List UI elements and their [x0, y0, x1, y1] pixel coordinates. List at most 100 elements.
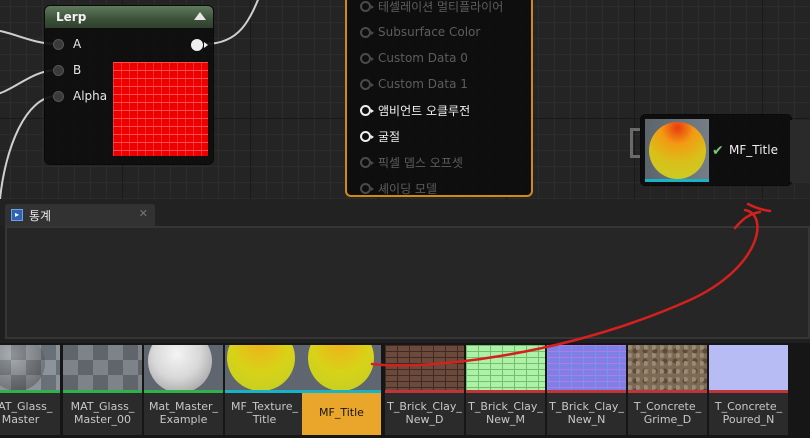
input-pin-icon[interactable] [360, 0, 374, 12]
asset-tile[interactable]: T_Brick_Clay_ New_D [385, 345, 464, 435]
asset-thumbnail [302, 345, 381, 393]
lerp-pin-alpha[interactable]: Alpha [53, 88, 107, 104]
asset-thumbnail [0, 345, 60, 393]
asset-thumbnail [144, 345, 223, 393]
material-pin-label: Custom Data 0 [378, 51, 468, 65]
content-browser-strip: MAT_Glass_ Master MAT_Glass_ Master_00 M… [0, 343, 810, 438]
input-pin-icon[interactable] [360, 26, 374, 38]
material-pin-refraction[interactable]: 굴절 [360, 127, 400, 145]
asset-type-bar [628, 390, 707, 393]
asset-thumbnail [385, 345, 464, 393]
asset-thumbnail [63, 345, 142, 393]
input-pin-icon[interactable] [360, 78, 374, 90]
material-pin-label: 픽셀 뎁스 오프셋 [378, 155, 463, 170]
asset-type-bar [547, 390, 626, 393]
input-pin-icon[interactable] [360, 156, 374, 168]
asset-type-bar [385, 390, 464, 393]
asset-label: T_Concrete_ Grime_D [633, 400, 702, 426]
asset-tile[interactable]: MF_Texture_ Title [225, 345, 304, 435]
asset-type-bar [302, 390, 381, 393]
input-pin-icon[interactable] [360, 182, 374, 194]
asset-tile-selected[interactable]: MF_Title [302, 345, 381, 435]
material-pin-label: 앰비언트 오클루전 [378, 103, 471, 118]
material-pin-label: 테셀레이션 멀티플라이어 [378, 0, 504, 14]
input-pin-icon[interactable] [360, 52, 374, 64]
asset-type-bar [0, 390, 60, 393]
collapse-triangle-icon[interactable] [194, 12, 206, 20]
asset-thumbnail [709, 345, 788, 393]
material-pin-subsurface-color[interactable]: Subsurface Color [360, 23, 480, 41]
asset-thumbnail [547, 345, 626, 393]
tab-stats[interactable]: ▸ 통계 ✕ [5, 204, 155, 226]
material-pin-label: 셰이딩 모델 [378, 181, 438, 196]
checkmark-icon: ✔ [712, 143, 724, 159]
preview-sphere [148, 345, 212, 393]
lerp-node[interactable]: Lerp A B Alpha [45, 6, 213, 164]
material-pin-custom-data-1[interactable]: Custom Data 1 [360, 75, 468, 93]
asset-thumbnail [628, 345, 707, 393]
asset-label: T_Brick_Clay_ New_D [387, 400, 462, 426]
output-pin-icon[interactable] [191, 39, 203, 51]
mf-title-preview-thumbnail [645, 119, 709, 182]
asset-tile[interactable]: T_Brick_Clay_ New_N [547, 345, 626, 435]
lerp-pin-b-label: B [73, 63, 82, 77]
close-icon[interactable]: ✕ [139, 207, 148, 220]
asset-label: T_Brick_Clay_ New_M [468, 400, 543, 426]
asset-label: MF_Texture_ Title [230, 400, 299, 426]
material-graph[interactable]: Lerp A B Alpha 테셀레이션 멀티플라이어 Subsurface C… [0, 0, 810, 199]
tab-stats-label: 통계 [29, 208, 52, 223]
material-pin-shading-model[interactable]: 셰이딩 모델 [360, 179, 437, 197]
material-pin-label: 굴절 [378, 129, 401, 144]
asset-thumbnail [225, 345, 304, 393]
input-pin-icon[interactable] [360, 130, 374, 142]
stats-tab-bar: ▸ 통계 ✕ [0, 199, 810, 226]
input-pin-icon[interactable] [360, 104, 374, 116]
asset-tile[interactable]: T_Concrete_ Poured_N [709, 345, 788, 435]
asset-label: T_Concrete_ Poured_N [714, 400, 783, 426]
asset-type-bar [63, 390, 142, 393]
material-pin-ambient-occlusion[interactable]: 앰비언트 오클루전 [360, 101, 470, 119]
asset-tile[interactable]: T_Concrete_ Grime_D [628, 345, 707, 435]
asset-type-bar [225, 390, 304, 393]
asset-label: MAT_Glass_ Master_00 [70, 400, 135, 426]
preview-sphere [0, 345, 45, 391]
material-pin-tessellation[interactable]: 테셀레이션 멀티플라이어 [360, 0, 503, 15]
preview-sphere [227, 345, 295, 391]
asset-type-bar [466, 390, 545, 393]
asset-type-bar [144, 390, 223, 393]
input-pin-icon[interactable] [53, 38, 64, 50]
preview-sphere [308, 345, 374, 391]
lerp-preview-thumbnail [113, 62, 208, 156]
material-pin-label: Custom Data 1 [378, 77, 468, 91]
asset-type-bar [709, 390, 788, 393]
input-pin-icon[interactable] [53, 90, 64, 102]
output-arrow-icon [204, 42, 208, 48]
stats-output-area [5, 226, 810, 339]
asset-thumbnail [466, 345, 545, 393]
material-pin-label: Subsurface Color [378, 25, 481, 39]
asset-tile[interactable]: MAT_Glass_ Master [0, 345, 60, 435]
stats-panel: ▸ 통계 ✕ [0, 199, 810, 343]
asset-label: MF_Title [319, 406, 364, 419]
asset-tile[interactable]: Mat_Master_ Example [144, 345, 223, 435]
mf-title-node[interactable]: ✔ MF_Title [641, 115, 791, 185]
mf-title-node-label: MF_Title [729, 143, 778, 157]
material-result-node[interactable]: 테셀레이션 멀티플라이어 Subsurface Color Custom Dat… [345, 0, 533, 197]
offscreen-node-edge [790, 120, 810, 182]
asset-tile[interactable]: T_Brick_Clay_ New_M [466, 345, 545, 435]
preview-sphere [649, 122, 706, 179]
asset-tile[interactable]: MAT_Glass_ Master_00 [63, 345, 142, 435]
asset-label: Mat_Master_ Example [148, 400, 219, 426]
material-pin-pixel-depth-offset[interactable]: 픽셀 뎁스 오프셋 [360, 153, 463, 171]
stats-icon: ▸ [11, 209, 23, 221]
asset-label: T_Brick_Clay_ New_N [549, 400, 624, 426]
lerp-pin-b[interactable]: B [53, 62, 81, 78]
lerp-node-title: Lerp [56, 10, 87, 24]
lerp-pin-a[interactable]: A [53, 36, 81, 52]
lerp-node-header[interactable]: Lerp [45, 6, 213, 28]
lerp-pin-a-label: A [73, 37, 82, 51]
lerp-pin-alpha-label: Alpha [73, 89, 108, 103]
input-pin-icon[interactable] [53, 64, 64, 76]
asset-label: MAT_Glass_ Master [0, 400, 53, 426]
material-pin-custom-data-0[interactable]: Custom Data 0 [360, 49, 468, 67]
